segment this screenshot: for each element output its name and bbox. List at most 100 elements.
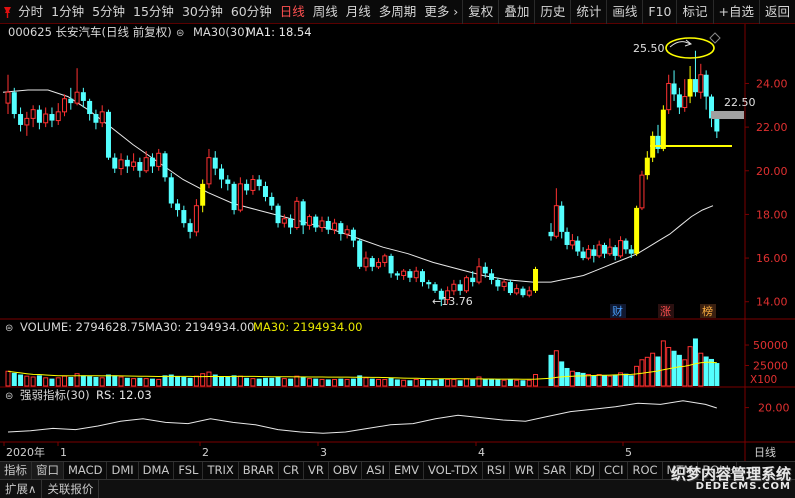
candle (575, 236, 581, 256)
period-tab-9[interactable]: 多周期 (375, 0, 421, 24)
period-tab-3[interactable]: 15分钟 (129, 0, 178, 24)
indicator-tab-指标[interactable]: 指标 (0, 462, 32, 479)
volume-bar (607, 375, 613, 387)
settings-icon[interactable]: ⊜ (176, 28, 184, 39)
candle (80, 87, 86, 108)
volume-bar (143, 378, 149, 387)
toolbar-action-1[interactable]: 叠加 (498, 0, 534, 24)
rs-settings-icon[interactable]: ⊜ (5, 391, 13, 402)
period-tab-1[interactable]: 1分钟 (47, 0, 88, 24)
indicator-tab-vr[interactable]: VR (304, 462, 329, 479)
toolbar-action-5[interactable]: F10 (642, 0, 676, 24)
indicator-tab-cci[interactable]: CCI (600, 462, 629, 479)
indicator-tab-rsi[interactable]: RSI (483, 462, 511, 479)
toolbar-action-2[interactable]: 历史 (534, 0, 570, 24)
candle-body (634, 207, 640, 254)
candle-body (501, 281, 507, 287)
volume-settings-icon[interactable]: ⊜ (5, 323, 13, 334)
pin-icon[interactable] (0, 0, 14, 24)
indicator-tab-sar[interactable]: SAR (539, 462, 572, 479)
candle (607, 238, 613, 256)
period-tab-5[interactable]: 60分钟 (227, 0, 276, 24)
period-tab-4[interactable]: 30分钟 (178, 0, 227, 24)
indicator-tab-kdj[interactable]: KDJ (571, 462, 601, 479)
volume-bar (623, 373, 629, 386)
indicator-tab-mtm[interactable]: MTM (663, 462, 699, 479)
event-tag[interactable]: 财 (612, 304, 623, 318)
indicator-tab-roc[interactable]: ROC (628, 462, 663, 479)
toolbar-action-0[interactable]: 复权 (462, 0, 498, 24)
event-tag[interactable]: 涨 (660, 305, 671, 318)
candle (24, 111, 30, 136)
toolbar-action-3[interactable]: 统计 (570, 0, 606, 24)
volume-bar (470, 379, 476, 386)
status-tab-1[interactable]: 关联报价 (42, 480, 100, 498)
candle (219, 164, 225, 189)
volume-bar (644, 356, 650, 387)
candle (112, 153, 118, 173)
indicator-tab-brar[interactable]: BRAR (239, 462, 280, 479)
indicator-tab-dma[interactable]: DMA (139, 462, 175, 479)
volume-bar (36, 375, 42, 386)
candle (294, 196, 300, 230)
low-price-label: ←13.76 (432, 295, 473, 308)
candle (74, 68, 80, 106)
volume-bar (438, 378, 444, 386)
candle (62, 94, 68, 117)
candle (350, 227, 356, 248)
candle (325, 216, 331, 235)
indicator-tab-boll[interactable]: BOLL (698, 462, 737, 479)
volume-bar (219, 376, 225, 386)
period-tab-0[interactable]: 分时 (14, 0, 47, 24)
stock-chart[interactable]: 000625 长安汽车(日线 前复权) ⊜ MA30(30) MA1: 18.5… (0, 24, 795, 464)
volume-bar (124, 377, 130, 386)
indicator-tab-trix[interactable]: TRIX (203, 462, 239, 479)
indicator-tab-wr[interactable]: WR (510, 462, 539, 479)
period-tab-2[interactable]: 5分钟 (88, 0, 129, 24)
period-tab-8[interactable]: 月线 (342, 0, 375, 24)
volume-bar (244, 377, 250, 386)
status-tab-0[interactable]: 扩展∧ (0, 480, 43, 498)
candle-body (357, 240, 363, 267)
event-tag[interactable]: 榜 (702, 304, 713, 318)
candle-body (553, 205, 559, 237)
indicator-tab-dmi[interactable]: DMI (107, 462, 139, 479)
candle-body (575, 240, 581, 252)
period-tab-7[interactable]: 周线 (309, 0, 342, 24)
indicator-tab-cr[interactable]: CR (279, 462, 305, 479)
toolbar-action-6[interactable]: 标记 (676, 0, 712, 24)
high-price-label: 25.50 (633, 42, 665, 55)
indicator-tab-窗口[interactable]: 窗口 (32, 462, 64, 479)
volume-bar (628, 375, 634, 386)
price-tick-label: 14.00 (756, 296, 788, 309)
candle (457, 279, 463, 296)
rs-name: 强弱指标(30) (20, 388, 90, 402)
volume-bar (187, 377, 193, 386)
price-axis: 24.00 22.00 20.00 18.00 16.00 14.00 (745, 77, 788, 309)
indicator-tabs: 指标 窗口 MACD DMI DMA FSL TRIX BRAR CR VR OBV ASI EMV VO… (0, 461, 795, 479)
volume-bar (682, 359, 688, 387)
candle-body (382, 255, 388, 263)
candle (463, 275, 469, 293)
indicator-tab-macd[interactable]: MACD (64, 462, 108, 479)
volume-bar (692, 338, 698, 386)
candle (162, 151, 168, 182)
volume-bar (319, 378, 325, 387)
toolbar-action-7[interactable]: +自选 (712, 0, 759, 24)
indicator-tab-fsl[interactable]: FSL (174, 462, 204, 479)
period-tab-10[interactable]: 更多 › (420, 0, 462, 24)
candle-body (250, 179, 256, 191)
toolbar-action-4[interactable]: 画线 (606, 0, 642, 24)
indicator-tab-obv[interactable]: OBV (329, 462, 363, 479)
volume-bar (714, 363, 720, 386)
candle-body (476, 266, 482, 283)
candle-body (105, 111, 111, 158)
volume-bar (175, 376, 181, 386)
indicator-tab-vol-tdx[interactable]: VOL-TDX (424, 462, 483, 479)
candle-body (225, 179, 231, 184)
indicator-tab-asi[interactable]: ASI (362, 462, 390, 479)
period-tab-6[interactable]: 日线 (276, 0, 309, 24)
toolbar-action-8[interactable]: 返回 (758, 0, 795, 24)
candle-body (682, 96, 688, 108)
indicator-tab-emv[interactable]: EMV (390, 462, 424, 479)
